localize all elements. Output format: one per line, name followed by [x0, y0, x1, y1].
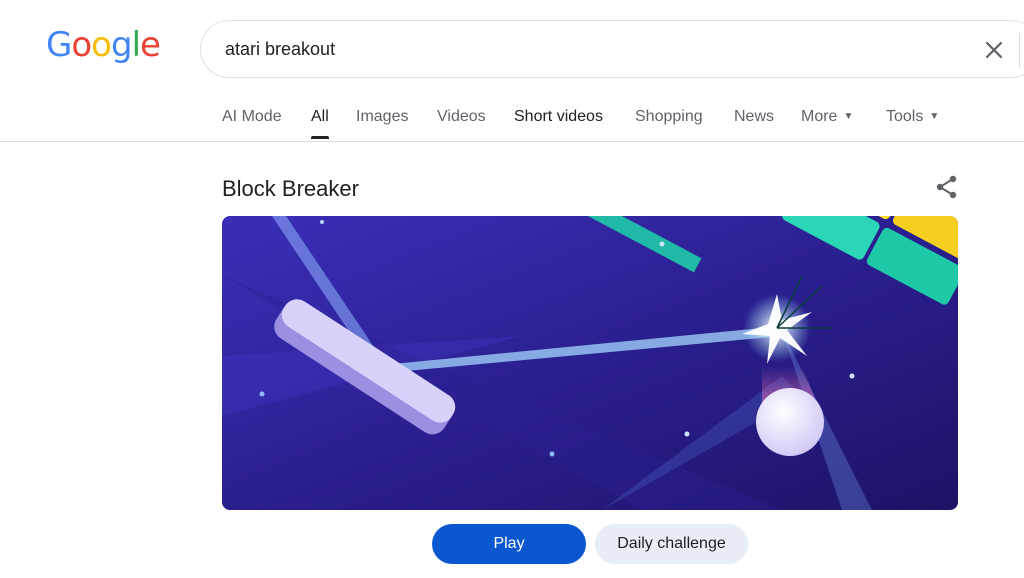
google-logo[interactable]: Google: [46, 25, 161, 65]
logo-letter-g: G: [46, 25, 72, 65]
tab-images[interactable]: Images: [356, 104, 408, 130]
game-title: Block Breaker: [222, 176, 359, 201]
active-tab-indicator: [311, 136, 329, 139]
tab-label: Images: [356, 108, 409, 125]
search-input[interactable]: atari breakout: [225, 21, 335, 77]
logo-letter-o2: o: [91, 25, 112, 65]
tab-label: Videos: [437, 108, 486, 125]
game-preview-image[interactable]: [222, 216, 958, 510]
logo-letter-g2: g: [110, 25, 133, 65]
caret-down-icon: ▼: [843, 111, 854, 122]
close-icon: [985, 41, 1003, 59]
tab-label: All: [311, 108, 329, 125]
clear-search-button[interactable]: [979, 35, 1009, 65]
tab-tools[interactable]: Tools ▼: [886, 104, 939, 130]
search-divider: [1019, 33, 1020, 67]
daily-challenge-button[interactable]: Daily challenge: [595, 524, 748, 564]
tab-more[interactable]: More ▼: [801, 104, 853, 130]
logo-letter-l: l: [131, 25, 142, 65]
tab-label: AI Mode: [222, 108, 282, 125]
tab-all[interactable]: All: [311, 104, 329, 130]
tab-videos[interactable]: Videos: [437, 104, 486, 130]
tab-news[interactable]: News: [734, 104, 774, 130]
caret-down-icon: ▼: [929, 111, 940, 122]
logo-letter-e: e: [140, 25, 161, 65]
tab-label: More: [801, 108, 838, 126]
header-divider: [0, 141, 1024, 142]
block-breaker-artwork: [222, 216, 958, 510]
tab-ai-mode[interactable]: AI Mode: [222, 104, 282, 130]
tab-label: Short videos: [514, 108, 603, 125]
share-button[interactable]: [934, 174, 960, 200]
play-button[interactable]: Play: [432, 524, 586, 564]
tab-short-videos[interactable]: Short videos: [514, 104, 603, 130]
logo-letter-o1: o: [71, 25, 92, 65]
search-box[interactable]: atari breakout: [200, 20, 1024, 78]
search-tabs: AI Mode All Images Videos Short videos S…: [0, 104, 1024, 142]
tab-label: Shopping: [635, 108, 703, 125]
share-icon: [936, 175, 957, 199]
tab-shopping[interactable]: Shopping: [635, 104, 703, 130]
tab-label: Tools: [886, 108, 924, 126]
tab-label: News: [734, 108, 775, 125]
